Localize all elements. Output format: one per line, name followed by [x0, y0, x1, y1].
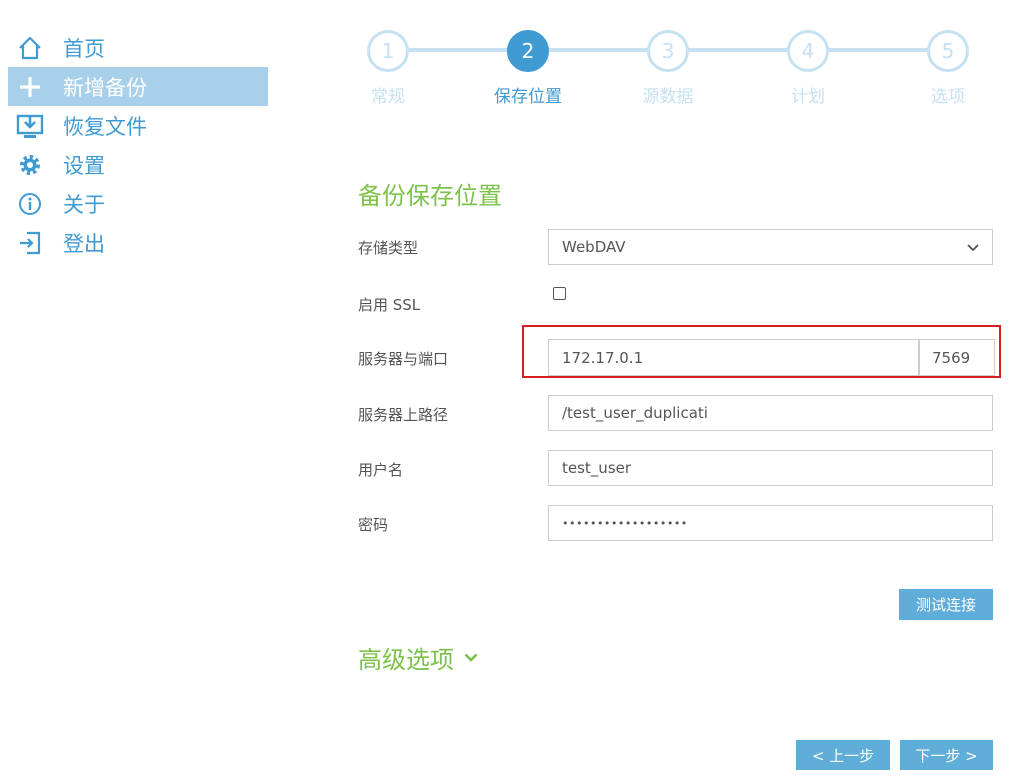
- sidebar-item-add-backup[interactable]: 新增备份: [8, 67, 268, 106]
- password-label: 密码: [358, 516, 389, 534]
- sidebar-item-logout[interactable]: 登出: [8, 223, 268, 262]
- sidebar-item-label: 登出: [63, 231, 105, 256]
- sidebar-item-home[interactable]: 首页: [8, 28, 268, 67]
- gear-icon: [16, 151, 44, 179]
- storage-type-select[interactable]: WebDAV: [548, 229, 993, 265]
- server-port-label: 服务器与端口: [358, 350, 449, 368]
- server-host-input[interactable]: 172.17.0.1: [548, 339, 919, 376]
- step-number: 5: [927, 30, 969, 72]
- logout-icon: [16, 229, 44, 257]
- storage-type-label: 存储类型: [358, 239, 419, 257]
- step-number: 4: [787, 30, 829, 72]
- password-input[interactable]: ••••••••••••••••••: [548, 505, 993, 541]
- chevron-down-icon: [967, 238, 979, 256]
- next-button[interactable]: 下一步 >: [900, 740, 993, 770]
- ssl-label: 启用 SSL: [358, 296, 421, 314]
- sidebar: 首页 新增备份 恢复文件 设置 关于 登出: [8, 28, 268, 262]
- username-label: 用户名: [358, 461, 404, 479]
- username-input[interactable]: test_user: [548, 450, 993, 486]
- restore-icon: [16, 112, 44, 140]
- sidebar-item-label: 新增备份: [63, 75, 147, 100]
- server-port-input[interactable]: 7569: [919, 339, 995, 376]
- sidebar-item-label: 设置: [63, 153, 105, 178]
- step-schedule[interactable]: 4 计划: [763, 30, 853, 107]
- step-options[interactable]: 5 选项: [903, 30, 993, 107]
- sidebar-item-label: 关于: [63, 192, 105, 217]
- sidebar-item-about[interactable]: 关于: [8, 184, 268, 223]
- advanced-options-label: 高级选项: [358, 646, 454, 674]
- step-number: 2: [507, 30, 549, 72]
- step-number: 3: [647, 30, 689, 72]
- step-general[interactable]: 1 常规: [343, 30, 433, 107]
- advanced-options-toggle[interactable]: 高级选项: [358, 640, 478, 675]
- step-label: 选项: [931, 87, 965, 107]
- step-label: 保存位置: [494, 87, 562, 107]
- wizard-stepper: 1 常规 2 保存位置 3 源数据 4 计划 5 选项: [358, 30, 988, 110]
- step-destination[interactable]: 2 保存位置: [483, 30, 573, 107]
- step-source-data[interactable]: 3 源数据: [623, 30, 713, 107]
- sidebar-item-label: 首页: [63, 36, 105, 61]
- home-icon: [16, 34, 44, 62]
- server-path-label: 服务器上路径: [358, 406, 449, 424]
- chevron-down-icon: [464, 653, 478, 663]
- step-number: 1: [367, 30, 409, 72]
- section-title: 备份保存位置: [358, 182, 502, 210]
- step-label: 计划: [791, 87, 825, 107]
- server-path-input[interactable]: /test_user_duplicati: [548, 395, 993, 431]
- plus-icon: [16, 73, 44, 101]
- storage-type-value: WebDAV: [562, 238, 626, 256]
- previous-button[interactable]: < 上一步: [796, 740, 890, 770]
- sidebar-item-label: 恢复文件: [63, 114, 147, 139]
- sidebar-item-settings[interactable]: 设置: [8, 145, 268, 184]
- test-connection-button[interactable]: 测试连接: [899, 589, 993, 620]
- info-icon: [16, 190, 44, 218]
- step-label: 常规: [371, 87, 405, 107]
- sidebar-item-restore[interactable]: 恢复文件: [8, 106, 268, 145]
- ssl-checkbox[interactable]: [553, 287, 566, 300]
- step-label: 源数据: [642, 87, 694, 107]
